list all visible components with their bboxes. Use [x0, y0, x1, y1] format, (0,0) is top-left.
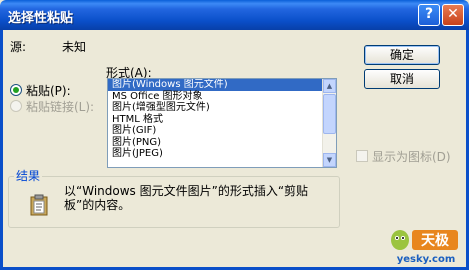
- list-item[interactable]: HTML 格式: [108, 114, 336, 126]
- listbox-scrollbar[interactable]: ▲ ▼: [322, 79, 336, 167]
- paste-link-radio-label[interactable]: 粘贴链接(L):: [26, 98, 94, 115]
- list-item[interactable]: 图片(JPEG): [108, 148, 336, 160]
- watermark-brand: 天极: [421, 232, 450, 249]
- yesky-logo-icon: 天极 yesky.com: [391, 230, 458, 265]
- cancel-button[interactable]: 取消: [364, 69, 440, 89]
- paste-radio-label[interactable]: 粘贴(P):: [26, 82, 71, 99]
- paste-link-radio[interactable]: [10, 100, 22, 112]
- result-text-line-2: 板”的内容。: [64, 198, 131, 212]
- result-label: 结果: [14, 167, 43, 184]
- close-button[interactable]: ✕: [442, 4, 464, 26]
- format-listbox[interactable]: 图片(Windows 图元文件) MS Office 图形对象 图片(增强型图元…: [107, 78, 337, 168]
- scroll-up-icon[interactable]: ▲: [323, 79, 336, 93]
- paste-radio[interactable]: [10, 84, 22, 96]
- watermark-site: yesky.com: [397, 254, 456, 265]
- source-label: 源:: [10, 40, 27, 54]
- clipboard-icon: [30, 194, 48, 216]
- dialog-title: 选择性粘贴: [8, 11, 74, 26]
- title-bar: 选择性粘贴 ? ✕: [0, 0, 469, 30]
- source-value: 未知: [62, 40, 87, 54]
- list-item[interactable]: 图片(PNG): [108, 137, 336, 149]
- help-button[interactable]: ?: [418, 4, 440, 26]
- list-item[interactable]: 图片(增强型图元文件): [108, 102, 336, 114]
- list-item[interactable]: 图片(Windows 图元文件): [108, 79, 336, 91]
- display-as-icon-label[interactable]: 显示为图标(D): [372, 148, 451, 165]
- scroll-down-icon[interactable]: ▼: [323, 153, 336, 167]
- list-item[interactable]: 图片(GIF): [108, 125, 336, 137]
- ok-button[interactable]: 确定: [364, 45, 440, 65]
- scroll-thumb[interactable]: [323, 94, 336, 134]
- display-as-icon-checkbox[interactable]: [356, 150, 368, 162]
- list-item[interactable]: MS Office 图形对象: [108, 91, 336, 103]
